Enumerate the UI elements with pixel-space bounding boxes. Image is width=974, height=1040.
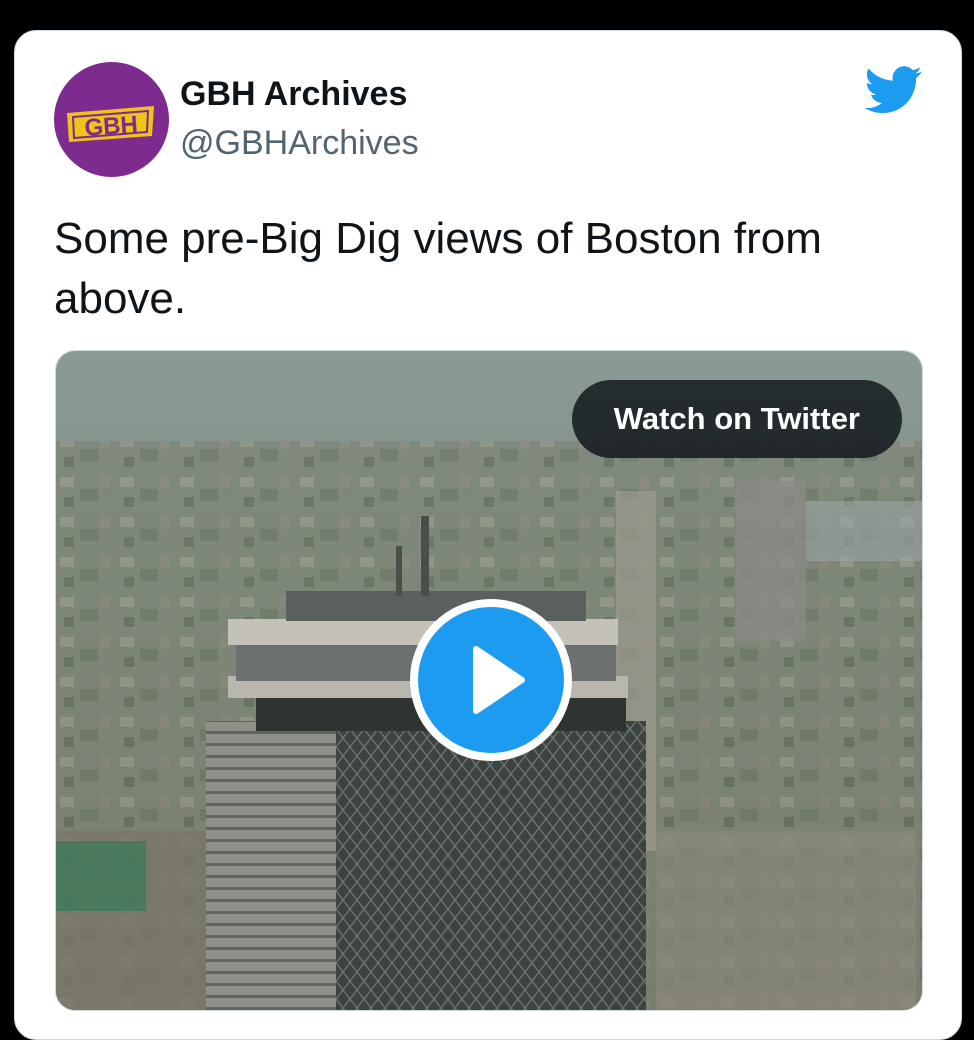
play-icon [473, 646, 525, 714]
svg-text:GBH: GBH [84, 111, 139, 142]
handle[interactable]: @GBHArchives [180, 124, 419, 163]
video-player[interactable]: Watch on Twitter [55, 350, 923, 1011]
gbh-logo: GBH [67, 106, 154, 142]
tweet-text: Some pre-Big Dig views of Boston from ab… [54, 214, 822, 323]
display-name[interactable]: GBH Archives [180, 75, 407, 114]
avatar[interactable]: GBH [54, 62, 169, 177]
watch-on-twitter-button[interactable]: Watch on Twitter [571, 380, 902, 458]
tweet-card[interactable]: GBH GBH Archives @GBHArchives Some pre-B… [14, 30, 962, 1040]
twitter-bird-icon[interactable] [865, 66, 923, 114]
play-button[interactable] [410, 599, 572, 761]
